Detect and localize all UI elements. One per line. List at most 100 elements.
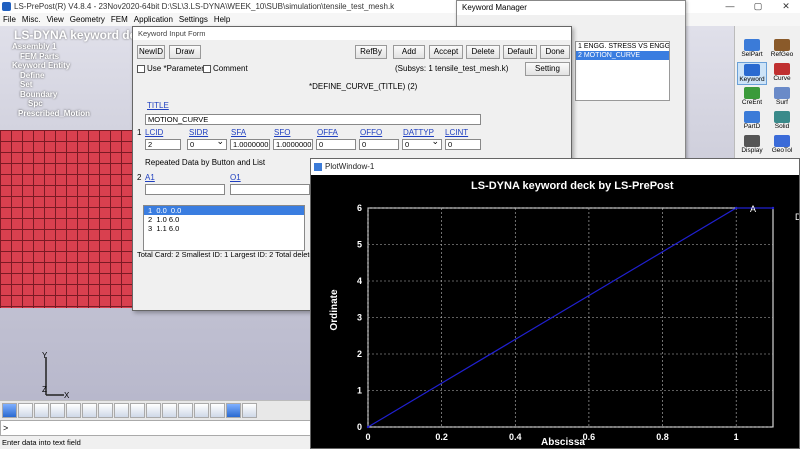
- menu-application[interactable]: Application: [131, 13, 176, 26]
- translucent-icon[interactable]: [242, 403, 257, 418]
- view-bottom-icon[interactable]: [82, 403, 97, 418]
- offa-input[interactable]: 0: [316, 139, 356, 150]
- wireframe-icon[interactable]: [146, 403, 161, 418]
- tree-item-assembly[interactable]: Assembly 1: [2, 42, 132, 52]
- use-parameter-checkbox[interactable]: [137, 65, 145, 73]
- sfa-input[interactable]: 1.0000000: [230, 139, 270, 150]
- menu-misc[interactable]: Misc.: [19, 13, 44, 26]
- y-tick-label: 6: [357, 203, 362, 213]
- menu-settings[interactable]: Settings: [176, 13, 211, 26]
- surf-button[interactable]: Surf: [767, 86, 797, 109]
- command-input[interactable]: >: [0, 420, 334, 436]
- sfo-input[interactable]: 1.0000000: [273, 139, 313, 150]
- tree-item-prescribed-motion[interactable]: Prescribed_Motion: [2, 109, 132, 119]
- partd-button[interactable]: PartD: [737, 110, 767, 133]
- view-cube-icon[interactable]: [18, 403, 33, 418]
- done-button[interactable]: Done: [540, 45, 570, 59]
- repeated-data-list[interactable]: 1 0.0 0.0 2 1.0 6.0 3 1.1 6.0: [143, 205, 305, 251]
- menu-file[interactable]: File: [0, 13, 19, 26]
- creent-icon: [744, 87, 760, 99]
- tree-item-define[interactable]: Define: [2, 71, 132, 81]
- menu-help[interactable]: Help: [211, 13, 233, 26]
- menu-fem[interactable]: FEM: [108, 13, 131, 26]
- sfo-label[interactable]: SFO: [274, 128, 290, 137]
- dattyp-dropdown[interactable]: 0: [402, 137, 442, 150]
- color-drop-icon[interactable]: [210, 403, 225, 418]
- card-2-number: 2: [137, 173, 142, 182]
- setting-button[interactable]: Setting: [525, 62, 570, 76]
- minimize-button[interactable]: —: [716, 0, 744, 13]
- creent-button[interactable]: CreEnt: [737, 86, 767, 109]
- menu-view[interactable]: View: [44, 13, 67, 26]
- solid-button[interactable]: Solid: [767, 110, 797, 133]
- dattyp-label[interactable]: DATTYP: [403, 128, 434, 137]
- solid-view-icon[interactable]: [226, 403, 241, 418]
- view-front-icon[interactable]: [34, 403, 49, 418]
- tree-item-set[interactable]: Set: [2, 80, 132, 90]
- subsys-label: (Subsys: 1 tensile_test_mesh.k): [395, 64, 509, 73]
- sfa-label[interactable]: SFA: [231, 128, 246, 137]
- o1-input[interactable]: [230, 184, 310, 195]
- view-left-icon[interactable]: [98, 403, 113, 418]
- tree-item-boundary[interactable]: Boundary: [2, 90, 132, 100]
- offo-input[interactable]: 0: [359, 139, 399, 150]
- view-top-icon[interactable]: [66, 403, 81, 418]
- lcint-input[interactable]: 0: [445, 139, 481, 150]
- kwmgr-list-item-selected[interactable]: 2 MOTION_CURVE: [576, 51, 669, 60]
- geotol-button[interactable]: GeoTol: [767, 134, 797, 157]
- list-item[interactable]: 2 1.0 6.0: [144, 215, 304, 224]
- close-button[interactable]: ✕: [772, 0, 800, 13]
- sidr-label[interactable]: SIDR: [189, 128, 208, 137]
- newid-button[interactable]: NewID: [137, 45, 165, 59]
- tree-item-spc[interactable]: Spc: [2, 99, 132, 109]
- menu-geometry[interactable]: Geometry: [67, 13, 108, 26]
- keyword-button[interactable]: Keyword: [737, 62, 767, 85]
- geotol-label: GeoTol: [771, 147, 793, 154]
- tree-item-keyword-entity[interactable]: Keyword Entity: [2, 61, 132, 71]
- o1-label[interactable]: O1: [230, 173, 241, 182]
- x-tick-label: 1: [734, 432, 739, 442]
- title-input[interactable]: MOTION_CURVE: [145, 114, 481, 125]
- sidr-dropdown[interactable]: 0: [187, 137, 227, 150]
- shaded-icon[interactable]: [162, 403, 177, 418]
- title-field-label[interactable]: TITLE: [147, 101, 169, 110]
- list-item[interactable]: 3 1.1 6.0: [144, 224, 304, 233]
- display-button[interactable]: Display: [737, 134, 767, 157]
- kwmgr-list-item[interactable]: 1 ENGG. STRESS VS ENGG ST: [576, 42, 669, 51]
- render-mode-icon[interactable]: [2, 403, 17, 418]
- refgeo-button[interactable]: RefGeo: [767, 38, 797, 61]
- a1-label[interactable]: A1: [145, 173, 155, 182]
- solid-label: Solid: [774, 123, 790, 130]
- tree-item-fem-parts[interactable]: FEM Parts: [2, 52, 132, 62]
- curve-icon: [774, 63, 790, 75]
- x-axis-label: Abscissa: [541, 437, 585, 448]
- view-iso-icon[interactable]: [130, 403, 145, 418]
- delete-button[interactable]: Delete: [466, 45, 500, 59]
- keyword-manager-list[interactable]: 1 ENGG. STRESS VS ENGG ST 2 MOTION_CURVE: [575, 41, 670, 101]
- selpart-button[interactable]: SelPart: [737, 38, 767, 61]
- accept-button[interactable]: Accept: [429, 45, 463, 59]
- list-item[interactable]: 1 0.0 0.0: [144, 206, 304, 215]
- view-back-icon[interactable]: [50, 403, 65, 418]
- add-button[interactable]: Add: [393, 45, 425, 59]
- a1-input[interactable]: [145, 184, 225, 195]
- default-button[interactable]: Default: [503, 45, 537, 59]
- viewport-title: LS-DYNA keyword deck: [14, 28, 150, 42]
- refby-button[interactable]: RefBy: [355, 45, 387, 59]
- lcid-input[interactable]: 2: [145, 139, 181, 150]
- view-right-icon[interactable]: [114, 403, 129, 418]
- offa-label[interactable]: OFFA: [317, 128, 338, 137]
- y-tick-label: 0: [357, 422, 362, 432]
- plot-area[interactable]: LS-DYNA keyword deck by LS-PrePost 0 0.2 0…: [311, 175, 799, 448]
- lcid-label[interactable]: LCID: [145, 128, 163, 137]
- comment-checkbox[interactable]: [203, 65, 211, 73]
- data-point: [366, 425, 370, 429]
- hidden-line-icon[interactable]: [178, 403, 193, 418]
- curve-button[interactable]: Curve: [767, 62, 797, 85]
- lcint-label[interactable]: LCINT: [445, 128, 468, 137]
- maximize-button[interactable]: ▢: [744, 0, 772, 13]
- fringe-icon[interactable]: [194, 403, 209, 418]
- offo-label[interactable]: OFFO: [360, 128, 382, 137]
- form-title: Keyword Input Form: [133, 27, 571, 40]
- draw-button[interactable]: Draw: [169, 45, 201, 59]
